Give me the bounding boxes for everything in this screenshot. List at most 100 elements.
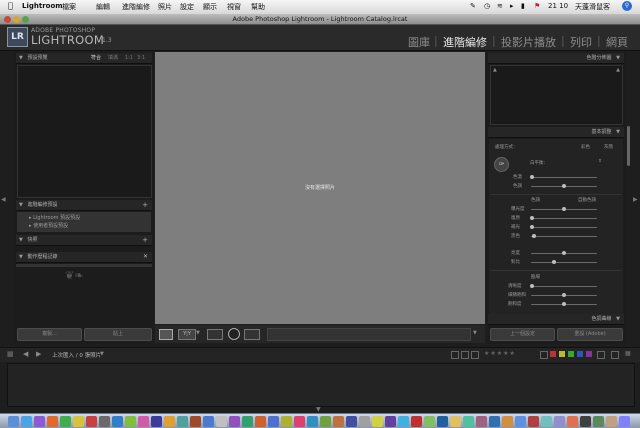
dock-app-icon[interactable] [333, 415, 344, 427]
collapse-triangle-icon[interactable]: ▼ [19, 55, 23, 61]
preset-folder-user[interactable]: ▸ 使用者預設預設 [29, 222, 151, 229]
menu-edit[interactable]: 編輯 [96, 2, 110, 12]
tone-curve-header[interactable]: 色調曲線 ▼ [488, 314, 624, 325]
auto-tone-button[interactable]: 自動色調 [578, 197, 596, 203]
module-library[interactable]: 圖庫 [408, 34, 430, 50]
minimize-window-icon[interactable] [13, 15, 20, 23]
spotlight-icon[interactable]: ⚲ [622, 1, 632, 11]
collapse-triangle-icon[interactable]: ▼ [19, 237, 23, 243]
dock-app-icon[interactable] [372, 415, 383, 427]
flag-filter-icon[interactable] [471, 351, 479, 359]
exposure-slider-knob[interactable] [562, 207, 566, 211]
history-header[interactable]: ▼ 動作歷程記錄 ✕ [16, 252, 152, 263]
menu-file[interactable]: 檔案 [62, 2, 76, 12]
treatment-grayscale[interactable]: 灰階 [604, 144, 613, 150]
shadow-clipping-icon[interactable]: ▲ [493, 67, 497, 73]
module-develop[interactable]: 進階編修 [443, 34, 487, 50]
basic-header[interactable]: 基本調整 ▼ [488, 127, 624, 138]
snapshots-header[interactable]: ▼ 快照 + [16, 235, 152, 246]
flag-filter-icon[interactable] [451, 351, 459, 359]
dock-app-icon[interactable] [255, 415, 266, 427]
toolbar-content-dropdown-icon[interactable]: ▼ [473, 330, 477, 336]
blacks-slider[interactable] [531, 236, 597, 237]
dock-app-icon[interactable] [294, 415, 305, 427]
dock-app-icon[interactable] [177, 415, 188, 427]
previous-settings-button[interactable]: 上一個設定 [490, 328, 555, 341]
dock-app-icon[interactable] [73, 415, 84, 427]
copy-button[interactable]: 複製... [17, 328, 82, 341]
dock-app-icon[interactable] [320, 415, 331, 427]
menu-settings[interactable]: 設定 [180, 2, 194, 12]
dock-app-icon[interactable] [190, 415, 201, 427]
collapse-triangle-icon[interactable]: ▼ [19, 254, 23, 260]
left-panel-toggle-icon[interactable]: ◀ [1, 196, 6, 203]
apple-icon[interactable]:  [8, 1, 13, 10]
dock-app-icon[interactable] [411, 415, 422, 427]
preset-folder-lightroom[interactable]: ▸ Lightroom 預設預設 [29, 214, 151, 221]
add-preset-icon[interactable]: + [142, 200, 148, 210]
add-snapshot-icon[interactable]: + [142, 235, 148, 245]
dock-app-icon[interactable] [281, 415, 292, 427]
dock-app-icon[interactable] [580, 415, 591, 427]
dock-app-icon[interactable] [489, 415, 500, 427]
label-filter-none[interactable] [540, 351, 548, 359]
star-filter-icon[interactable]: ★★★★★ [484, 350, 516, 357]
flag-filter-icon[interactable] [461, 351, 469, 359]
dock-app-icon[interactable] [346, 415, 357, 427]
zoom-fill[interactable]: 填滿 [108, 53, 118, 63]
label-filter-blue[interactable] [577, 351, 583, 357]
contrast-slider[interactable] [531, 262, 597, 263]
dock-app-icon[interactable] [567, 415, 578, 427]
filter-switch-icon[interactable]: ▦ [625, 350, 631, 357]
crop-overlay-icon[interactable] [207, 329, 223, 340]
label-filter-other[interactable] [611, 351, 619, 359]
tint-slider-knob[interactable] [562, 184, 566, 188]
dock-app-icon[interactable] [502, 415, 513, 427]
dock-app-icon[interactable] [125, 415, 136, 427]
histogram-header[interactable]: 色階分佈圖 ▼ [488, 53, 624, 64]
time-machine-icon[interactable]: ◷ [484, 2, 490, 10]
brightness-slider-knob[interactable] [562, 251, 566, 255]
blacks-slider-knob[interactable] [532, 234, 536, 238]
wb-dropdown-icon[interactable]: ⇕ [598, 159, 602, 164]
dock-app-icon[interactable] [86, 415, 97, 427]
develop-presets-header[interactable]: ▼ 進階編修預設 + [16, 200, 152, 211]
label-filter-red[interactable] [550, 351, 556, 357]
battery-icon[interactable]: ▮ [521, 2, 525, 10]
treatment-color[interactable]: 彩色 [581, 144, 590, 150]
filmstrip[interactable] [7, 363, 635, 407]
dock-app-icon[interactable] [398, 415, 409, 427]
dock-app-icon[interactable] [476, 415, 487, 427]
filmstrip-toggle-icon[interactable]: ▼ [316, 406, 321, 413]
menu-view[interactable]: 顯示 [203, 2, 217, 12]
source-dropdown-icon[interactable]: ▼ [100, 351, 104, 357]
menu-develop[interactable]: 進階編修 [122, 2, 150, 12]
dock-app-icon[interactable] [99, 415, 110, 427]
dock-app-icon[interactable] [359, 415, 370, 427]
collapse-triangle-icon[interactable]: ▼ [616, 129, 620, 135]
label-filter-purple[interactable] [586, 351, 592, 357]
forward-arrow-icon[interactable]: ▶ [36, 350, 41, 358]
dock-app-icon[interactable] [268, 415, 279, 427]
dock-app-icon[interactable] [8, 415, 19, 427]
fill-light-slider-knob[interactable] [530, 225, 534, 229]
before-after-dropdown-icon[interactable]: ▼ [196, 330, 200, 336]
dock-app-icon[interactable] [528, 415, 539, 427]
label-filter-other[interactable] [597, 351, 605, 359]
presets-preview-header[interactable]: ▼ 預設預覽 符合 填滿 1:1 3:1 [16, 53, 152, 64]
dock-app-icon[interactable] [164, 415, 175, 427]
clarity-slider[interactable] [531, 286, 597, 287]
menubar-clock[interactable]: 21 10 [548, 2, 568, 10]
wifi-icon[interactable]: ≋ [497, 2, 503, 10]
collapse-triangle-icon[interactable]: ▼ [616, 55, 620, 61]
paste-button[interactable]: 貼上 [84, 328, 152, 341]
dock-app-icon[interactable] [151, 415, 162, 427]
zoom-window-icon[interactable] [22, 15, 29, 23]
dock-app-icon[interactable] [112, 415, 123, 427]
right-panel-toggle-icon[interactable]: ▶ [633, 196, 638, 203]
menu-help[interactable]: 幫助 [251, 2, 265, 12]
dock-app-icon[interactable] [541, 415, 552, 427]
toolbar-info-field[interactable] [267, 328, 471, 341]
menu-app-name[interactable]: Lightroom [22, 2, 63, 10]
volume-icon[interactable]: ▸ [510, 2, 514, 10]
